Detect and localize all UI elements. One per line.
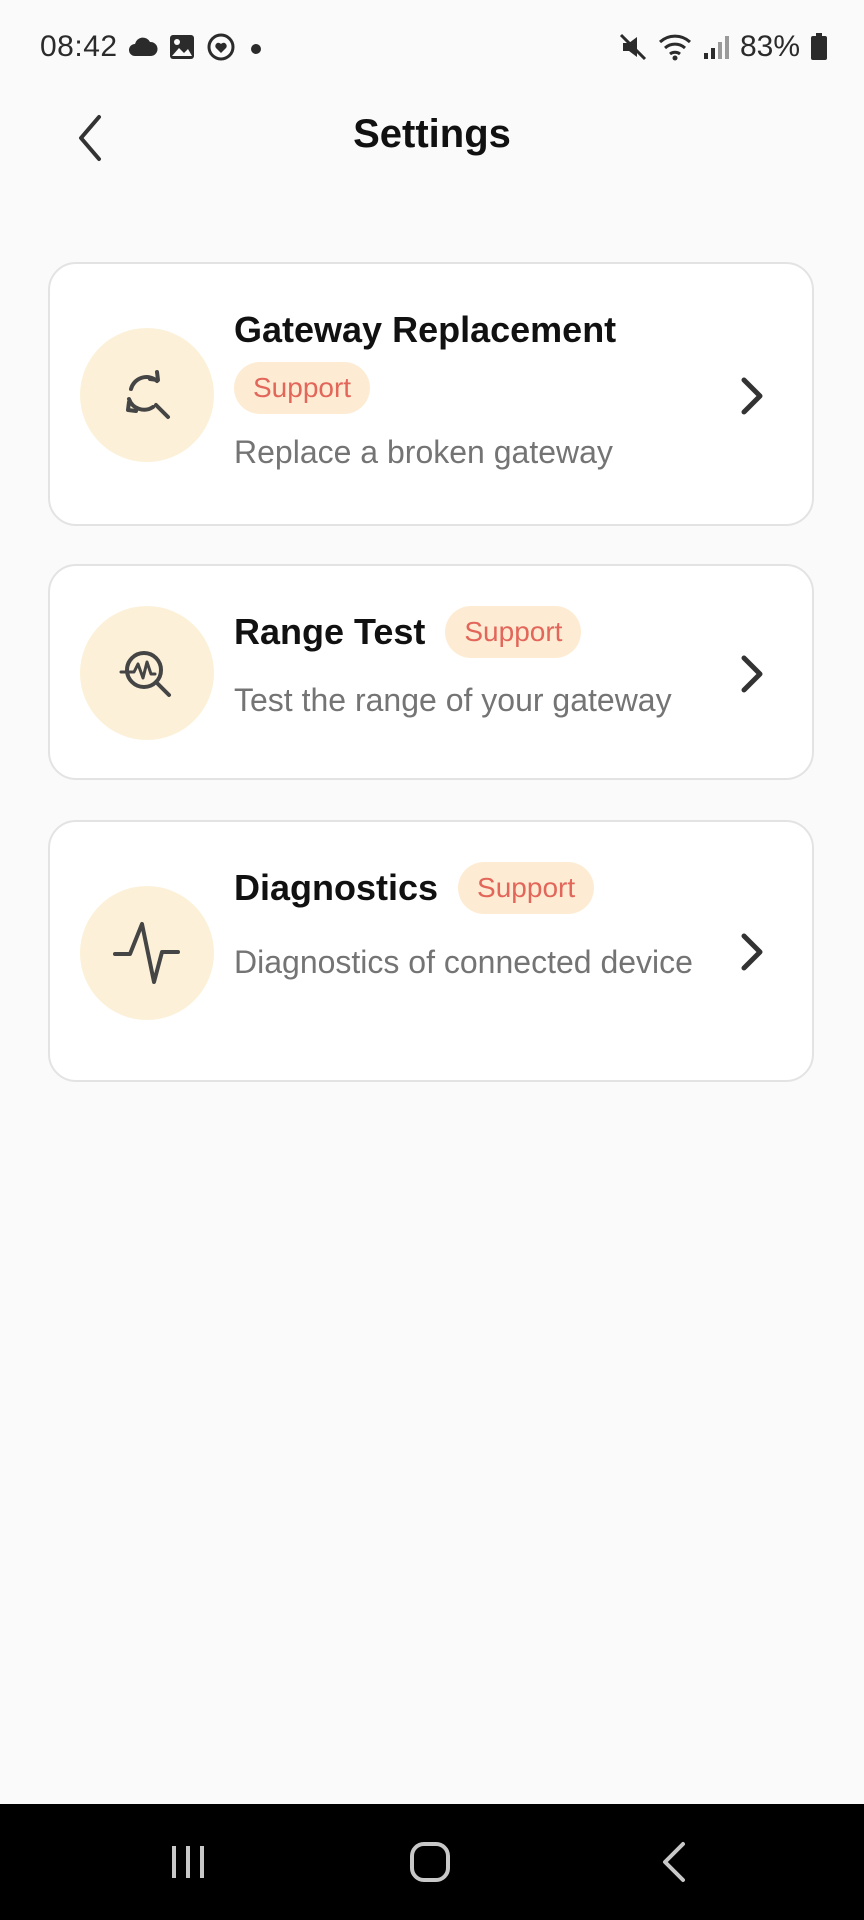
home-icon [408,1840,452,1884]
support-badge: Support [445,606,582,658]
status-right: 83% [618,30,828,64]
mute-icon [618,32,648,62]
item-content: Range Test Support Test the range of you… [234,606,712,726]
item-description: Replace a broken gateway [234,434,613,470]
icon-circle [80,886,214,1020]
pulse-icon [112,918,182,988]
item-title: Range Test [234,611,426,652]
system-back-button[interactable] [644,1836,704,1888]
item-content: Gateway Replacement Support Replace a br… [234,308,712,478]
item-description: Diagnostics of connected device [234,944,693,980]
cloud-icon [128,34,158,60]
replace-search-icon [119,367,175,423]
back-icon [659,1840,689,1884]
system-nav-bar [0,1804,864,1920]
status-bar: 08:42 83% [0,0,864,96]
screen: 08:42 83% Settings Gateway Replacement S… [0,0,864,1920]
gateway-replacement-item[interactable]: Gateway Replacement Support Replace a br… [48,262,814,526]
status-battery-text: 83% [739,30,800,63]
item-description: Test the range of your gateway [234,682,672,718]
gallery-icon [168,33,196,61]
battery-icon [810,32,828,62]
support-badge: Support [234,362,371,414]
icon-circle [80,606,214,740]
support-badge: Support [458,862,595,914]
recent-apps-button[interactable] [158,1836,218,1888]
status-left-icons [128,32,266,62]
header: Settings [0,96,864,180]
diagnostics-item[interactable]: Diagnostics Support Diagnostics of conne… [48,820,814,1082]
item-content: Diagnostics Support Diagnostics of conne… [234,862,712,988]
status-time: 08:42 [40,30,118,63]
range-search-icon [117,643,177,703]
chevron-right-icon [736,372,768,420]
item-title: Diagnostics [234,867,439,908]
home-button[interactable] [400,1836,460,1888]
chevron-right-icon [736,928,768,976]
item-title: Gateway Replacement [234,309,617,350]
chevron-right-icon [736,650,768,698]
heart-sync-icon [206,32,236,62]
icon-circle [80,328,214,462]
signal-icon [702,33,730,61]
recent-apps-icon [166,1842,210,1882]
page-title: Settings [353,112,511,156]
dot-icon [246,33,266,61]
wifi-icon [658,32,692,62]
range-test-item[interactable]: Range Test Support Test the range of you… [48,564,814,780]
